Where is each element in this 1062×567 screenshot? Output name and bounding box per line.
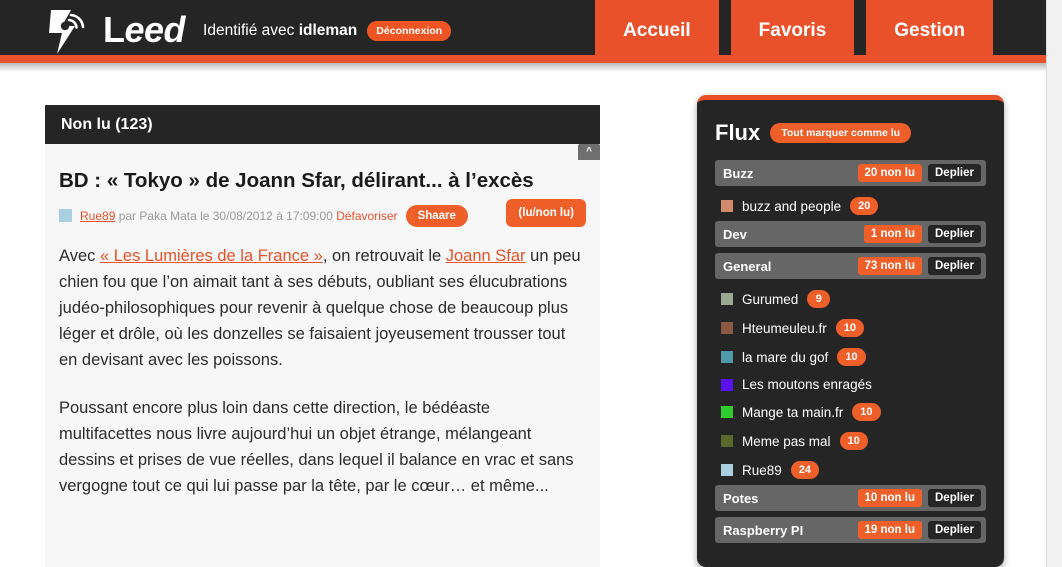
feed-color-swatch (721, 378, 733, 391)
article-byline-text: Rue89 par Paka Mata le 30/08/2012 à 17:0… (80, 209, 398, 223)
feed-category-expand-button[interactable]: Deplier (928, 257, 981, 275)
article-text-run: , on retrouvait le (322, 246, 446, 265)
header-shadow (0, 63, 1046, 72)
feed-item-unread-badge: 10 (837, 348, 866, 366)
brand-cap: L (103, 8, 125, 50)
feed-category-row[interactable]: Buzz 20 non lu Deplier (715, 160, 986, 186)
logout-button[interactable]: Déconnexion (367, 21, 452, 41)
defavoriser-link[interactable]: Défavoriser (336, 209, 397, 223)
feed-item-row[interactable]: Hteumeuleu.fr 10 (715, 314, 986, 342)
feed-color-swatch (721, 435, 733, 447)
feed-item-unread-badge: 20 (850, 197, 879, 215)
article-paragraph: Poussant encore plus loin dans cette dir… (59, 395, 586, 499)
main-nav: Accueil Favoris Gestion (595, 0, 1046, 62)
feed-category-row[interactable]: Potes 10 non lu Deplier (715, 485, 986, 511)
feeds-list: Buzz 20 non lu Deplier buzz and people 20 Dev… (715, 160, 986, 543)
article-inline-link[interactable]: « Les Lumières de la France » (100, 247, 323, 265)
feed-item-row[interactable]: Mange ta main.fr 10 (715, 398, 986, 426)
shaare-button[interactable]: Shaare (405, 204, 468, 227)
feed-color-swatch (721, 322, 733, 334)
page-scrollbar[interactable] (1046, 0, 1062, 567)
ident-username: idleman (298, 22, 358, 40)
feed-item-name: buzz and people (742, 198, 842, 214)
feed-item-row[interactable]: buzz and people 20 (715, 192, 986, 220)
feed-category-expand-button[interactable]: Deplier (928, 489, 981, 507)
feed-color-swatch (59, 209, 72, 223)
feed-category-row[interactable]: Raspberry PI 19 non lu Deplier (715, 517, 986, 543)
feed-item-name: Meme pas mal (742, 433, 831, 449)
header-accent-strip (0, 55, 1046, 63)
feed-item-unread-badge: 10 (852, 403, 881, 421)
feed-item-name: Les moutons enragés (742, 377, 872, 392)
ident-prefix: Identifié avec (203, 22, 299, 40)
brand-rest: eed (124, 8, 186, 50)
collapse-toggle-icon[interactable]: ^ (578, 144, 600, 160)
feed-item-unread-badge: 10 (839, 432, 868, 450)
feed-item-row[interactable]: Gurumed 9 (715, 285, 986, 313)
nav-item-accueil[interactable]: Accueil (595, 0, 719, 62)
sidebar-header: Flux Tout marquer comme lu (715, 120, 986, 146)
nav-item-gestion[interactable]: Gestion (866, 0, 993, 62)
feed-item-name: Gurumed (742, 291, 799, 307)
toggle-read-button[interactable]: (lu/non lu) (506, 198, 586, 227)
feed-color-swatch (721, 464, 733, 476)
feed-item-name: Rue89 (742, 462, 782, 478)
feed-category-name: Raspberry PI (723, 522, 804, 538)
article-column: Non lu (123) ^ BD : « Tokyo » de Joann S… (45, 105, 600, 567)
rss-bolt-logo-icon[interactable] (45, 6, 91, 56)
feed-category-name: Dev (723, 226, 747, 242)
feed-category-expand-button[interactable]: Deplier (928, 521, 981, 539)
feed-category-name: General (723, 258, 772, 274)
feed-item-row[interactable]: la mare du gof 10 (715, 343, 986, 371)
article-card: ^ BD : « Tokyo » de Joann Sfar, délirant… (45, 144, 600, 567)
feed-category-unread-badge: 10 non lu (857, 489, 922, 507)
feed-item-unread-badge: 10 (835, 319, 865, 337)
unread-header-bar: Non lu (123) (45, 105, 600, 144)
feed-item-unread-badge: 9 (807, 290, 831, 308)
feed-item-row[interactable]: Rue89 24 (715, 456, 986, 484)
site-header: Leed Identifié avec idleman Déconnexion A… (0, 0, 1046, 62)
feed-category-expand-button[interactable]: Deplier (928, 164, 981, 182)
feeds-sidebar: Flux Tout marquer comme lu Buzz 20 non lu… (697, 95, 1004, 567)
sidebar-title: Flux (715, 120, 761, 145)
nav-item-favoris[interactable]: Favoris (730, 0, 855, 62)
article-text-run: Poussant encore plus loin dans cette dir… (59, 398, 574, 496)
feed-category-name: Potes (723, 490, 759, 506)
article-text-run: Avec (59, 246, 100, 265)
brand-title[interactable]: Leed (103, 8, 186, 51)
feed-color-swatch (721, 293, 733, 305)
article-byline-row: Rue89 par Paka Mata le 30/08/2012 à 17:0… (45, 194, 600, 227)
byline-middle: par Paka Mata le 30/08/2012 à 17:09:00 (115, 208, 337, 223)
feed-category-row[interactable]: Dev 1 non lu Deplier (715, 221, 986, 247)
feed-item-name: la mare du gof (742, 349, 829, 365)
feed-color-swatch (721, 351, 733, 363)
header-brand-area: Leed Identifié avec idleman Déconnexion (0, 0, 595, 62)
byline-source-link[interactable]: Rue89 (80, 209, 115, 223)
feed-category-unread-badge: 20 non lu (857, 164, 922, 182)
feed-category-unread-badge: 73 non lu (857, 257, 922, 275)
feed-category-expand-button[interactable]: Deplier (928, 225, 981, 243)
feed-category-row[interactable]: General 73 non lu Deplier (715, 253, 986, 279)
feed-category-unread-badge: 1 non lu (863, 225, 922, 243)
feed-item-unread-badge: 24 (790, 461, 820, 479)
mark-all-read-button[interactable]: Tout marquer comme lu (770, 123, 912, 143)
article-body: Avec « Les Lumières de la France », on r… (45, 227, 600, 500)
feed-category-name: Buzz (723, 165, 754, 181)
feed-item-row[interactable]: Les moutons enragés (715, 372, 986, 397)
feed-color-swatch (721, 406, 733, 418)
identified-as-text: Identifié avec idleman Déconnexion (203, 21, 452, 41)
article-title[interactable]: BD : « Tokyo » de Joann Sfar, délirant..… (45, 144, 600, 194)
feed-item-row[interactable]: Meme pas mal 10 (715, 427, 986, 455)
article-paragraph: Avec « Les Lumières de la France », on r… (59, 243, 586, 373)
feed-color-swatch (721, 200, 733, 212)
feed-item-name: Mange ta main.fr (742, 404, 844, 420)
feed-item-name: Hteumeuleu.fr (742, 320, 827, 336)
feed-category-unread-badge: 19 non lu (857, 521, 922, 539)
article-inline-link[interactable]: Joann Sfar (446, 247, 526, 265)
